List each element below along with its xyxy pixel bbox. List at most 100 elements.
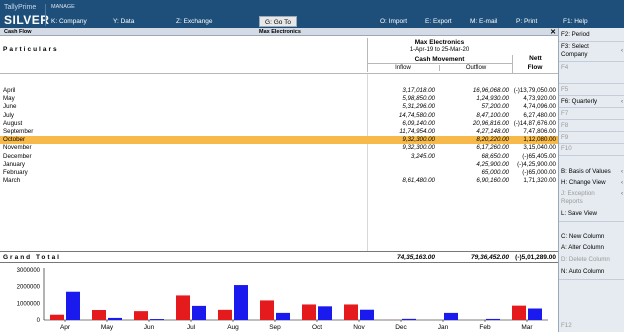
row-inflow: 5,98,850.00	[402, 95, 435, 103]
particulars-heading: Particulars	[3, 46, 59, 53]
table-row[interactable]: July 14,74,580.00 8,47,100.00 6,27,480.00	[0, 112, 558, 120]
row-nett: (-)65,405.00	[522, 152, 556, 160]
quarterly-button[interactable]: F6: Quarterly ‹	[559, 98, 624, 106]
table-row[interactable]: January 4,25,900.00 (-)4,25,900.00	[0, 161, 558, 169]
row-outflow: 8,20,220.00	[476, 136, 509, 144]
report-name: Cash Flow	[4, 29, 32, 35]
button-label: F7	[561, 110, 569, 117]
auto-column-button[interactable]: N: Auto Column	[559, 268, 624, 276]
menu-print[interactable]: P: Print	[516, 18, 537, 25]
f8-button: F8	[559, 122, 624, 130]
table-row[interactable]: August 6,09,140.00 20,96,816.00 (-)14,87,67…	[0, 120, 558, 128]
button-label: A: Alter Column	[561, 244, 604, 251]
row-inflow: 14,74,580.00	[398, 111, 435, 119]
row-outflow: 4,27,148.00	[476, 127, 509, 135]
table-row[interactable]: June 5,31,296.00 57,200.00 4,74,096.00	[0, 103, 558, 111]
row-outflow: 6,17,260.00	[476, 144, 509, 152]
chevron-left-icon: ‹	[620, 179, 623, 186]
menu-export[interactable]: E: Export	[425, 18, 452, 25]
row-nett: (-)4,25,900.00	[517, 160, 556, 168]
menu-help[interactable]: F1: Help	[563, 18, 588, 25]
chart-bar	[92, 310, 106, 320]
new-column-button[interactable]: C: New Column	[559, 233, 624, 241]
button-label: F6: Quarterly	[561, 98, 598, 105]
chevron-left-icon: ‹	[620, 190, 623, 197]
table-row-selected[interactable]: October 9,32,300.00 8,20,220.00 1,12,080.00	[0, 136, 558, 145]
table-row[interactable]: September 11,74,954.00 4,27,148.00 7,47,806…	[0, 128, 558, 136]
row-inflow: 11,74,954.00	[399, 127, 435, 135]
table-row[interactable]: November 9,32,300.00 6,17,260.00 3,15,040.0…	[0, 144, 558, 152]
row-month: January	[3, 160, 26, 168]
divider	[559, 131, 624, 132]
row-inflow: 5,31,296.00	[402, 103, 435, 111]
row-outflow: 68,650.00	[481, 152, 509, 160]
divider	[559, 61, 624, 62]
row-nett: 1,12,080.00	[523, 136, 556, 144]
x-tick-label: Feb	[479, 324, 491, 331]
header-divider	[367, 63, 512, 64]
grand-total-row: Grand Total 74,35,163.00 79,36,452.00 (-…	[0, 253, 558, 262]
chart-bar	[318, 306, 332, 320]
menu-data[interactable]: Y: Data	[113, 18, 134, 25]
table-row[interactable]: December 3,245.00 68,650.00 (-)65,405.00	[0, 153, 558, 161]
select-company-button[interactable]: F3: Select Company ‹	[559, 43, 623, 58]
button-label: L: Save View	[561, 210, 598, 217]
period-button[interactable]: F2: Period	[559, 31, 624, 39]
button-label: F5	[561, 86, 569, 93]
save-view-button[interactable]: L: Save View	[559, 210, 624, 218]
f12-button: F12	[559, 322, 624, 330]
row-month: July	[3, 111, 15, 119]
row-nett: (-)13,79,050.00	[513, 87, 556, 94]
basis-of-values-button[interactable]: B: Basis of Values ‹	[559, 168, 624, 176]
row-inflow: 3,17,018.00	[402, 87, 435, 94]
row-month: May	[3, 95, 15, 103]
row-nett: 1,71,320.00	[523, 177, 556, 185]
button-label: F10	[561, 145, 572, 152]
table-row[interactable]: February 65,000.00 (-)65,000.00	[0, 169, 558, 177]
x-tick-label: Jun	[144, 324, 155, 331]
menu-company[interactable]: K: Company	[51, 18, 87, 25]
button-label: F8	[561, 122, 569, 129]
company-title: Max Electronics	[259, 29, 301, 35]
row-outflow: 16,96,068.00	[472, 87, 509, 94]
exception-reports-button: J: Exception Reports ‹	[559, 190, 623, 205]
menu-email[interactable]: M: E-mail	[470, 18, 497, 25]
column-company-name: Max Electronics	[414, 39, 465, 46]
row-nett: (-)65,000.00	[522, 168, 556, 176]
close-icon[interactable]: ✕	[550, 28, 556, 36]
chevron-left-icon: ‹	[620, 98, 623, 105]
menu-exchange[interactable]: Z: Exchange	[176, 18, 213, 25]
row-nett: 4,74,096.00	[523, 103, 556, 111]
divider	[559, 279, 624, 280]
divider	[559, 95, 624, 96]
row-outflow: 6,90,160.00	[476, 177, 509, 185]
button-label: J: Exception Reports	[561, 190, 595, 205]
table-row[interactable]: April 3,17,018.00 16,96,068.00 (-)13,79,050…	[0, 87, 558, 95]
cash-flow-chart: 3000000 2000000 1000000 0 Apr May Jun Jul Aug Sep…	[17, 268, 548, 331]
chart-bar	[192, 305, 206, 320]
grand-total-label: Grand Total	[3, 254, 61, 261]
chart-bar	[234, 285, 248, 320]
brand-name: TallyPrime	[4, 4, 37, 11]
chevron-left-icon: ‹	[620, 168, 623, 175]
alter-column-button[interactable]: A: Alter Column	[559, 244, 624, 252]
row-inflow: 8,61,480.00	[402, 177, 435, 185]
grand-total-nett: (-)5,01,289.00	[515, 254, 556, 261]
button-label: H: Change View	[561, 179, 606, 186]
outflow-heading: Outflow	[439, 65, 512, 71]
change-view-button[interactable]: H: Change View ‹	[559, 179, 624, 187]
goto-button[interactable]: G: Go To	[259, 16, 297, 27]
row-nett: 7,47,806.00	[523, 127, 556, 135]
row-month: November	[3, 144, 32, 152]
table-row[interactable]: May 5,98,850.00 1,24,930.00 4,73,920.00	[0, 95, 558, 103]
chart-bar	[260, 300, 274, 320]
f10-button: F10	[559, 145, 624, 153]
row-outflow: 4,25,900.00	[476, 160, 509, 168]
row-month: March	[3, 177, 21, 185]
menu-import[interactable]: O: Import	[380, 18, 407, 25]
x-tick-label: Dec	[395, 324, 407, 331]
x-tick-label: Mar	[521, 324, 533, 331]
table-row[interactable]: March 8,61,480.00 6,90,160.00 1,71,320.00	[0, 177, 558, 185]
chart-bar	[66, 291, 80, 320]
row-month: June	[3, 103, 17, 111]
